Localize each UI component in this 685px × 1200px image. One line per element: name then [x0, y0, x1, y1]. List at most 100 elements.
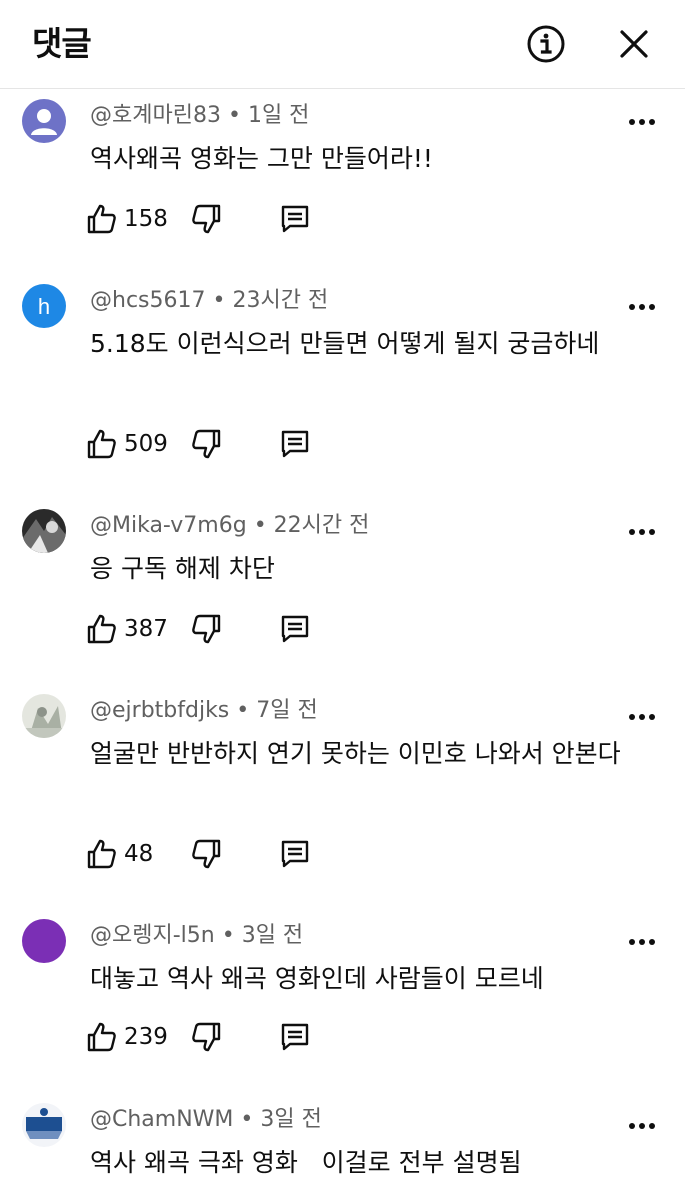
comment-time: 7일 전: [256, 698, 318, 723]
dislike-button[interactable]: [190, 424, 222, 464]
comment-time: 1일 전: [247, 103, 310, 128]
avatar[interactable]: [22, 919, 66, 963]
dislike-button[interactable]: [190, 1017, 222, 1057]
reply-button[interactable]: [278, 199, 312, 239]
reply-comment-icon: [281, 615, 309, 643]
reply-button[interactable]: [278, 834, 312, 874]
comment-time: 3일 전: [241, 923, 304, 948]
thumbs-down-icon: [192, 1022, 221, 1052]
like-button[interactable]: 158: [86, 199, 168, 239]
meta-separator: •: [240, 1107, 254, 1132]
close-button[interactable]: [610, 20, 658, 68]
info-circle-icon: [527, 25, 565, 63]
comment-meta: @hcs5617 • 23시간 전: [90, 286, 328, 316]
comment-meta: @Mika-v7m6g • 22시간 전: [90, 511, 369, 541]
meta-separator: •: [227, 103, 241, 128]
comment-author[interactable]: @오렝지-l5n: [90, 923, 215, 948]
more-options-button[interactable]: [622, 702, 662, 732]
reply-button[interactable]: [278, 424, 312, 464]
more-vertical-dots-icon: [629, 304, 655, 310]
like-count: 509: [124, 431, 168, 457]
comment-time: 23시간 전: [232, 288, 329, 313]
comment-author[interactable]: @hcs5617: [90, 288, 206, 313]
comment-author[interactable]: @ejrbtbfdjks: [90, 698, 229, 723]
comment-text: 5.18도 이런식으러 만들면 어떻게 될지 궁금하네: [90, 329, 600, 358]
letter-avatar-icon: h: [22, 284, 66, 328]
like-count: 48: [124, 841, 154, 867]
comment-author[interactable]: @ChamNWM: [90, 1107, 233, 1132]
thumbs-down-icon: [192, 839, 221, 869]
like-count: 387: [124, 616, 168, 642]
comment-actions: 48: [86, 834, 346, 874]
more-options-button[interactable]: [622, 927, 662, 957]
comment-text: 응 구독 해제 차단: [90, 554, 275, 583]
meta-separator: •: [236, 698, 250, 723]
avatar[interactable]: [22, 509, 66, 553]
comment-text: 대놓고 역사 왜곡 영화인데 사람들이 모르네: [90, 964, 544, 993]
thumbs-down-icon: [192, 429, 221, 459]
more-vertical-dots-icon: [629, 714, 655, 720]
comment-text: 얼굴만 반반하지 연기 못하는 이민호 나와서 안본다: [90, 739, 621, 768]
comment-text: 역사 왜곡 극좌 영화 이걸로 전부 설명됨: [90, 1148, 522, 1177]
avatar[interactable]: h: [22, 284, 66, 328]
comment-meta: @ejrbtbfdjks • 7일 전: [90, 696, 318, 726]
more-options-button[interactable]: [622, 1111, 662, 1141]
page-title: 댓글: [32, 24, 92, 63]
avatar[interactable]: [22, 1103, 66, 1147]
like-button[interactable]: 387: [86, 609, 168, 649]
thumbs-up-icon: [87, 614, 116, 644]
like-count: 158: [124, 206, 168, 232]
more-options-button[interactable]: [622, 107, 662, 137]
photo-avatar-icon: [22, 509, 66, 553]
more-options-button[interactable]: [622, 517, 662, 547]
dislike-button[interactable]: [190, 609, 222, 649]
meta-separator: •: [253, 513, 267, 538]
reply-comment-icon: [281, 840, 309, 868]
reply-comment-icon: [281, 1023, 309, 1051]
like-button[interactable]: 239: [86, 1017, 168, 1057]
thumbs-up-icon: [87, 1022, 116, 1052]
comment-author[interactable]: @호계마린83: [90, 103, 221, 128]
thumbs-up-icon: [87, 429, 116, 459]
comment-time: 3일 전: [260, 1107, 322, 1132]
reply-comment-icon: [281, 205, 309, 233]
close-icon: [620, 30, 648, 58]
comment-author[interactable]: @Mika-v7m6g: [90, 513, 247, 538]
solid-avatar-icon: [22, 919, 66, 963]
svg-text:h: h: [38, 294, 50, 319]
like-button[interactable]: 509: [86, 424, 168, 464]
more-vertical-dots-icon: [629, 119, 655, 125]
more-vertical-dots-icon: [629, 939, 655, 945]
comment-text: 역사왜곡 영화는 그만 만들어라!!: [90, 144, 433, 173]
more-options-button[interactable]: [622, 292, 662, 322]
comment-meta: @오렝지-l5n • 3일 전: [90, 921, 303, 951]
dislike-button[interactable]: [190, 834, 222, 874]
comment-actions: 239: [86, 1017, 346, 1057]
like-button[interactable]: 48: [86, 834, 153, 874]
thumbs-down-icon: [192, 204, 221, 234]
comment-actions: 387: [86, 609, 346, 649]
photo-avatar-icon: [22, 694, 66, 738]
meta-separator: •: [212, 288, 226, 313]
thumbs-up-icon: [87, 839, 116, 869]
reply-button[interactable]: [278, 609, 312, 649]
reply-comment-icon: [281, 430, 309, 458]
comments-header: 댓글: [0, 0, 685, 89]
avatar[interactable]: [22, 694, 66, 738]
more-vertical-dots-icon: [629, 1123, 655, 1129]
reply-button[interactable]: [278, 1017, 312, 1057]
default-user-icon: [22, 99, 66, 143]
comment-meta: @호계마린83 • 1일 전: [90, 101, 309, 131]
meta-separator: •: [221, 923, 235, 948]
dislike-button[interactable]: [190, 199, 222, 239]
comment-actions: 158: [86, 199, 346, 239]
thumbs-down-icon: [192, 614, 221, 644]
comment-actions: 509: [86, 424, 346, 464]
like-count: 239: [124, 1024, 168, 1050]
thumbs-up-icon: [87, 204, 116, 234]
comment-time: 22시간 전: [273, 513, 370, 538]
avatar[interactable]: [22, 99, 66, 143]
comment-meta: @ChamNWM • 3일 전: [90, 1105, 322, 1135]
info-button[interactable]: [522, 20, 570, 68]
more-vertical-dots-icon: [629, 529, 655, 535]
